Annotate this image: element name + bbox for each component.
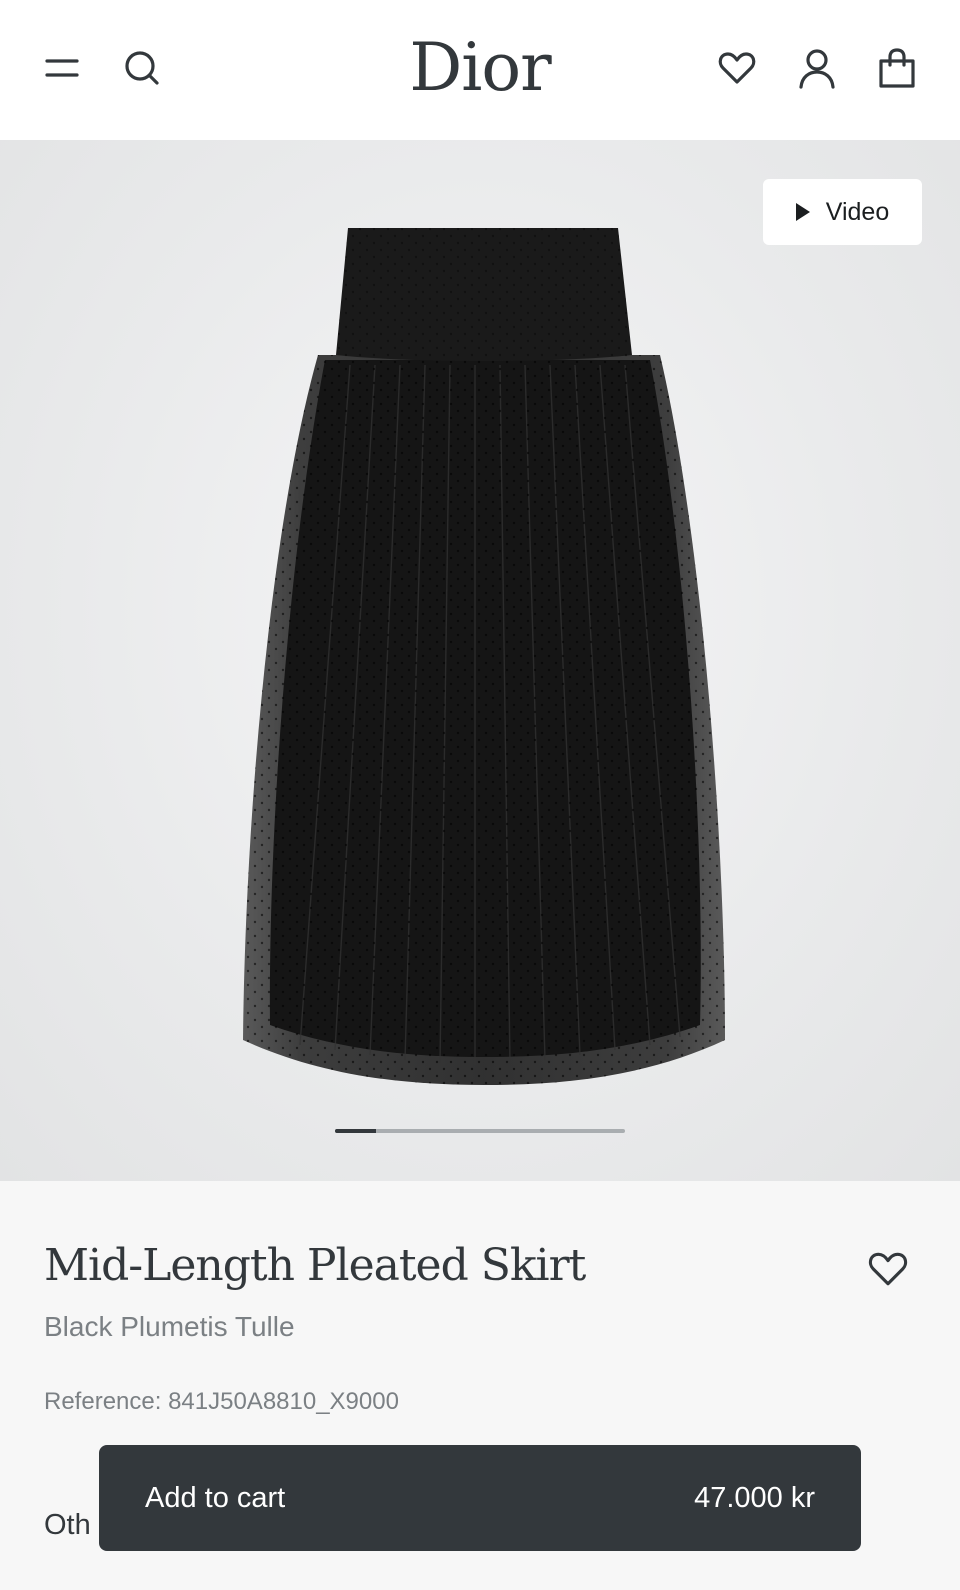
bag-icon: [879, 48, 915, 88]
search-icon: [125, 51, 159, 85]
menu-button[interactable]: [36, 40, 88, 96]
product-gallery[interactable]: Video: [0, 140, 960, 1181]
menu-icon: [45, 59, 79, 77]
bag-button[interactable]: [871, 40, 923, 96]
video-label: Video: [825, 197, 890, 226]
add-to-wishlist-button[interactable]: [866, 1248, 910, 1290]
heart-icon: [868, 1252, 908, 1286]
search-button[interactable]: [116, 40, 168, 96]
product-reference: Reference: 841J50A8810_X9000: [44, 1388, 399, 1415]
gallery-progress-fill: [335, 1129, 376, 1133]
account-button[interactable]: [791, 40, 843, 96]
product-subtitle: Black Plumetis Tulle: [44, 1311, 295, 1342]
play-icon: [795, 203, 810, 221]
gallery-progress-bar: [335, 1129, 625, 1133]
product-price: 47.000 kr: [694, 1481, 815, 1514]
product-title: Mid-Length Pleated Skirt: [44, 1240, 586, 1291]
account-icon: [799, 49, 835, 89]
add-to-cart-label: Add to cart: [145, 1481, 286, 1514]
top-header: Dior: [0, 0, 960, 140]
heart-icon: [718, 52, 756, 84]
product-image-skirt: [243, 228, 725, 1085]
wishlist-button[interactable]: [711, 40, 763, 96]
dior-logo[interactable]: Dior: [380, 28, 580, 108]
other-section-label: Oth: [44, 1509, 91, 1541]
video-button[interactable]: Video: [763, 179, 922, 245]
add-to-cart-button[interactable]: Add to cart 47.000 kr: [99, 1445, 861, 1551]
